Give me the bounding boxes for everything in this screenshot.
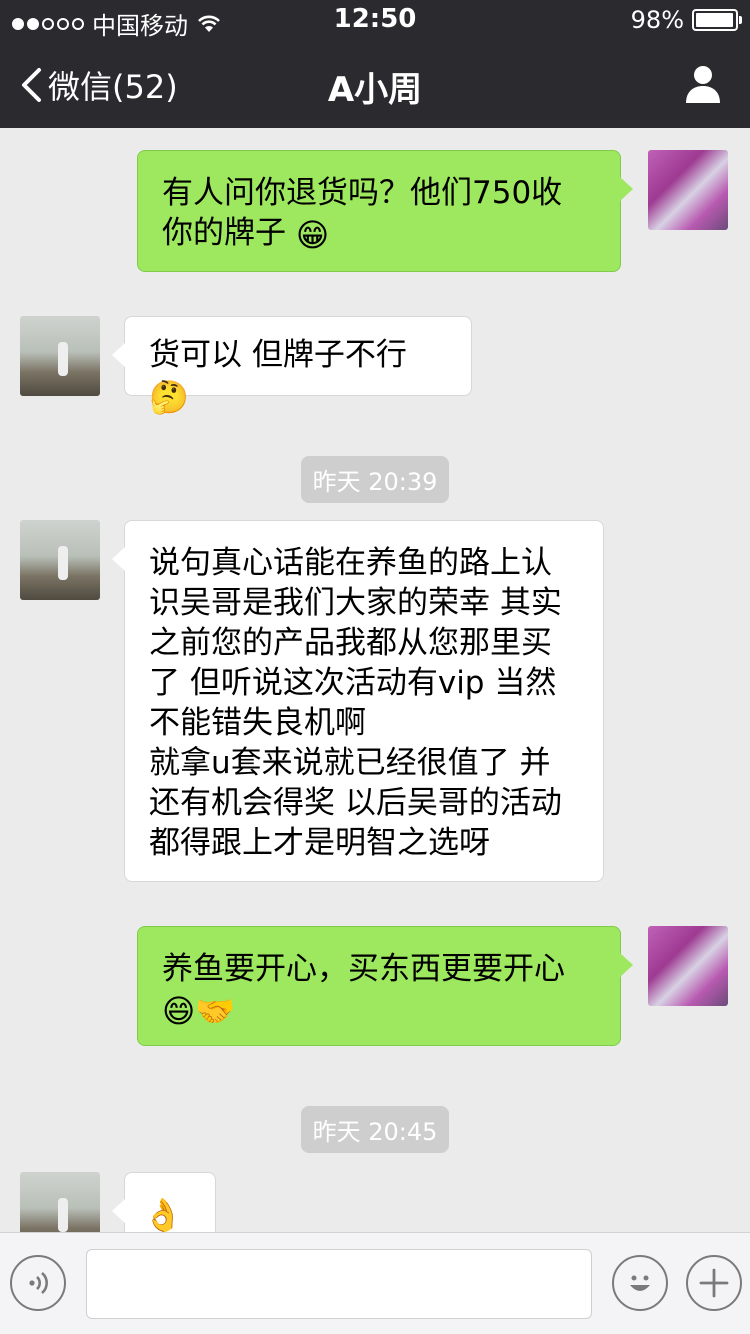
battery-percent: 98% [630, 6, 684, 34]
emoji-button[interactable] [612, 1255, 668, 1311]
voice-icon [29, 1272, 48, 1294]
friend-avatar[interactable] [20, 1172, 100, 1232]
battery-icon [692, 9, 742, 31]
chat-title: A小周 [327, 70, 423, 110]
timestamp: 昨天 20:45 [0, 1106, 750, 1153]
message-list[interactable]: 有人问你退货吗？他们750收 你的牌子 😁 货可以 但牌子不行 🤔 昨天 20:… [0, 128, 750, 1232]
timestamp: 昨天 20:39 [0, 456, 750, 503]
message-line: 说句真心话能在养鱼的路上认 [149, 545, 552, 581]
status-right: 98% [630, 6, 742, 34]
message-line: 不能错失良机啊 [149, 705, 366, 741]
message-bubble-incoming[interactable]: 货可以 但牌子不行 🤔 [112, 316, 472, 416]
message-line: 识吴哥是我们大家的荣幸 其实 [149, 585, 562, 621]
thinking-emoji-icon: 🤔 [149, 377, 189, 416]
my-avatar[interactable] [648, 926, 728, 1006]
message-bubble-outgoing[interactable]: 有人问你退货吗？他们750收 你的牌子 😁 [137, 150, 633, 272]
timestamp-label: 昨天 20:39 [300, 456, 450, 503]
my-avatar[interactable] [648, 150, 728, 230]
battery-fill [696, 13, 734, 27]
message-bubble-incoming[interactable]: 👌 [112, 1172, 216, 1233]
message-input[interactable] [86, 1249, 592, 1319]
friend-avatar[interactable] [20, 520, 100, 600]
smile-handshake-emoji-icon: 😄🤝 [162, 991, 236, 1030]
grin-emoji-icon: 😁 [295, 215, 330, 254]
voice-input-button[interactable] [10, 1255, 66, 1311]
message-line: 养鱼要开心，买东西更要开心 [162, 951, 565, 987]
message-line: 货可以 但牌子不行 [149, 337, 407, 373]
chat-nav-bar: 微信(52) A小周 [0, 42, 750, 128]
message-line: 有人问你退货吗？他们750收 [162, 175, 563, 211]
person-icon [686, 66, 720, 103]
message-bubble-incoming[interactable]: 说句真心话能在养鱼的路上认 识吴哥是我们大家的荣幸 其实 之前您的产品我都从您那… [112, 520, 604, 882]
message-line: 还有机会得奖 以后吴哥的活动 [149, 785, 562, 821]
status-bar: 中国移动 12:50 98% [0, 0, 750, 40]
top-bar: 中国移动 12:50 98% 微信(52) A小周 [0, 0, 750, 128]
friend-avatar[interactable] [20, 316, 100, 396]
message-line: 你的牌子 [162, 215, 286, 251]
emoji-face-icon [630, 1275, 650, 1291]
plus-icon [699, 1268, 729, 1298]
message-line: 之前您的产品我都从您那里买 [149, 625, 552, 661]
more-options-button[interactable] [686, 1255, 742, 1311]
message-line: 就拿u套来说就已经很值了 并 [149, 745, 551, 781]
chat-input-bar [0, 1232, 750, 1334]
ok-hand-emoji-icon: 👌 [143, 1195, 183, 1233]
timestamp-label: 昨天 20:45 [300, 1106, 450, 1153]
message-line: 都得跟上才是明智之选呀 [149, 825, 490, 861]
message-line: 了 但听说这次活动有vip 当然 [149, 665, 557, 701]
contact-profile-button[interactable] [684, 64, 722, 108]
message-bubble-outgoing[interactable]: 养鱼要开心，买东西更要开心 😄🤝 [137, 926, 633, 1046]
